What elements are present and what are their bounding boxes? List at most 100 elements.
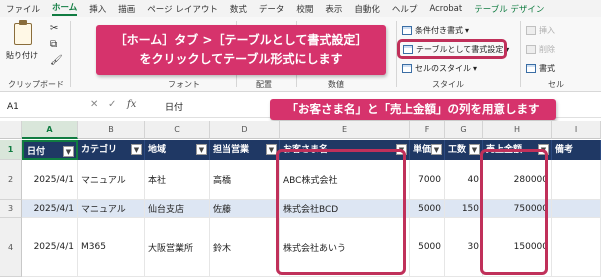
insert-cells-button[interactable]: 挿入	[526, 25, 555, 36]
table-cell[interactable]: M365	[78, 218, 145, 277]
table-cell[interactable]: 本社	[145, 160, 210, 200]
tab-home[interactable]: ホーム	[52, 1, 78, 16]
tab-automate[interactable]: 自動化	[354, 3, 380, 15]
table-cell[interactable]: 佐藤	[210, 200, 280, 218]
table-cell[interactable]	[552, 218, 601, 277]
tab-formulas[interactable]: 数式	[230, 3, 247, 15]
tab-file[interactable]: ファイル	[6, 3, 40, 15]
table-header-cell[interactable]: 日付 ▼	[22, 140, 78, 160]
enter-icon[interactable]: ✓	[108, 99, 116, 110]
table-cell[interactable]: 鈴木	[210, 218, 280, 277]
table-cell[interactable]: 仙台支店	[145, 200, 210, 218]
table-cell[interactable]: 2025/4/1	[22, 160, 78, 200]
delete-cells-label: 削除	[539, 45, 555, 54]
column-header-h[interactable]: H	[483, 121, 552, 139]
filter-dropdown-icon[interactable]: ▼	[431, 144, 442, 155]
column-header-b[interactable]: B	[78, 121, 145, 139]
table-header-cell[interactable]: 工数 ▼	[445, 140, 483, 160]
select-all-corner[interactable]	[0, 121, 22, 139]
table-cell[interactable]: 2025/4/1	[22, 218, 78, 277]
callout-line: をクリックしてテーブル形式にします	[139, 52, 343, 66]
column-header-a[interactable]: A	[22, 121, 78, 139]
group-label-cells: セル	[548, 80, 564, 89]
formula-input[interactable]: 日付	[165, 100, 183, 113]
callout-line: ［ホーム］タブ >［テーブルとして書式設定］	[114, 33, 368, 47]
group-label-font: フォント	[168, 80, 200, 89]
tab-draw[interactable]: 描画	[118, 3, 135, 15]
insert-cells-label: 挿入	[539, 26, 555, 35]
ribbon-separator	[520, 21, 521, 87]
format-cells-label: 書式	[539, 64, 555, 73]
conditional-formatting-button[interactable]: 条件付き書式 ▾	[402, 25, 469, 36]
sales-amount-column-highlight	[480, 149, 548, 275]
cancel-icon[interactable]: ✕	[90, 99, 98, 110]
name-box[interactable]: A1	[4, 100, 74, 114]
table-cell[interactable]	[552, 200, 601, 218]
row-header-1[interactable]: 1	[0, 140, 22, 160]
table-header-label: 工数	[448, 145, 467, 155]
filter-dropdown-icon[interactable]: ▼	[469, 144, 480, 155]
format-painter-icon[interactable]: 🖌	[50, 55, 63, 66]
chevron-down-icon: ▾	[473, 64, 478, 73]
table-cell[interactable]: 30	[445, 218, 483, 277]
copy-icon[interactable]: ⧉	[50, 39, 57, 50]
tab-review[interactable]: 校閲	[296, 3, 313, 15]
row-header-3[interactable]: 3	[0, 200, 22, 218]
tab-view[interactable]: 表示	[325, 3, 342, 15]
column-header-c[interactable]: C	[145, 121, 210, 139]
filter-dropdown-icon[interactable]: ▼	[63, 146, 74, 157]
table-header-cell[interactable]: カテゴリ ▼	[78, 140, 145, 160]
ribbon-separator	[70, 21, 71, 87]
instruction-callout-table-format: ［ホーム］タブ >［テーブルとして書式設定］ をクリックしてテーブル形式にします	[96, 25, 386, 75]
column-header-e[interactable]: E	[280, 121, 410, 139]
table-cell[interactable]: マニュアル	[78, 160, 145, 200]
table-header-label: 単価	[413, 145, 432, 155]
instruction-callout-columns: 「お客さま名」と「売上金額」の列を用意します	[270, 99, 556, 120]
table-cell[interactable]: 2025/4/1	[22, 200, 78, 218]
table-header-label: 担当営業	[213, 145, 250, 155]
table-header-cell[interactable]: 備考	[552, 140, 601, 160]
filter-dropdown-icon[interactable]: ▼	[196, 144, 207, 155]
table-header-label: カテゴリ	[81, 145, 118, 155]
format-cells-button[interactable]: 書式	[526, 63, 555, 74]
delete-cells-button[interactable]: 削除	[526, 44, 555, 55]
tab-table-design[interactable]: テーブル デザイン	[474, 3, 544, 15]
table-header-cell[interactable]: 担当営業 ▼	[210, 140, 280, 160]
table-cell[interactable]: 5000	[410, 200, 445, 218]
tab-acrobat[interactable]: Acrobat	[429, 4, 462, 14]
filter-dropdown-icon[interactable]: ▼	[131, 144, 142, 155]
group-label-alignment: 配置	[256, 80, 272, 89]
insert-function-icon[interactable]: fx	[127, 99, 136, 110]
table-cell[interactable]: 5000	[410, 218, 445, 277]
table-cell[interactable]	[552, 160, 601, 200]
cut-icon[interactable]: ✂	[50, 23, 58, 34]
column-header-f[interactable]: F	[410, 121, 445, 139]
row-header-4[interactable]: 4	[0, 218, 22, 277]
insert-cells-icon	[526, 26, 536, 35]
table-cell[interactable]: 150	[445, 200, 483, 218]
column-header-g[interactable]: G	[445, 121, 483, 139]
table-cell[interactable]: 7000	[410, 160, 445, 200]
format-as-table-highlight	[397, 39, 507, 59]
customer-name-column-highlight	[276, 149, 406, 275]
paste-button-label[interactable]: 貼り付け	[6, 50, 38, 61]
cell-styles-button[interactable]: セルのスタイル ▾	[402, 63, 477, 74]
tab-insert[interactable]: 挿入	[89, 3, 106, 15]
table-cell[interactable]: 高橋	[210, 160, 280, 200]
table-cell[interactable]: 大阪営業所	[145, 218, 210, 277]
column-header-i[interactable]: I	[552, 121, 601, 139]
row-header-2[interactable]: 2	[0, 160, 22, 200]
column-header-d[interactable]: D	[210, 121, 280, 139]
tab-page-layout[interactable]: ページ レイアウト	[147, 3, 218, 15]
table-cell[interactable]: 40	[445, 160, 483, 200]
table-header-cell[interactable]: 地域 ▼	[145, 140, 210, 160]
tab-data[interactable]: データ	[259, 3, 285, 15]
table-header-cell[interactable]: 単価 ▼	[410, 140, 445, 160]
conditional-formatting-label: 条件付き書式	[415, 26, 463, 35]
group-label-number: 数値	[328, 80, 344, 89]
tab-help[interactable]: ヘルプ	[392, 3, 418, 15]
table-cell[interactable]: マニュアル	[78, 200, 145, 218]
paste-icon[interactable]	[14, 20, 32, 45]
table-header-label: 日付	[27, 147, 46, 157]
spreadsheet-grid[interactable]: A B C D E F G H I 1 2 3 4 日付 ▼ カテゴリ ▼ 地域 ▼ 担当営業 ▼ お客さま名 ▼ 単価 ▼ 工数…	[0, 121, 601, 277]
